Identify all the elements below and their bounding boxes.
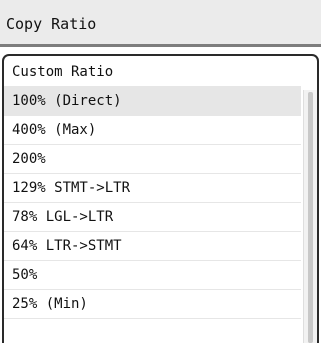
page-title: Copy Ratio (6, 15, 97, 33)
list-item-100-direct[interactable]: 100% (Direct) (4, 87, 301, 116)
list-item-label: 78% LGL->LTR (12, 209, 114, 225)
list-item-label: 50% (12, 267, 38, 283)
list-item-64-ltr-stmt[interactable]: 64% LTR->STMT (4, 232, 301, 261)
list-item-label: 64% LTR->STMT (12, 238, 122, 254)
header-bar: Copy Ratio (0, 0, 321, 44)
list-item-label: 25% (Min) (12, 296, 88, 312)
list-item-custom-ratio[interactable]: Custom Ratio (4, 58, 301, 87)
list-item-200[interactable]: 200% (4, 145, 301, 174)
ratio-list[interactable]: Custom Ratio 100% (Direct) 400% (Max) 20… (2, 54, 319, 343)
list-item-129-stmt-ltr[interactable]: 129% STMT->LTR (4, 174, 301, 203)
list-item-label: 100% (Direct) (12, 93, 122, 109)
list-item-label: Custom Ratio (12, 64, 114, 80)
list-item-25-min[interactable]: 25% (Min) (4, 290, 301, 319)
list-item-78-lgl-ltr[interactable]: 78% LGL->LTR (4, 203, 301, 232)
header-divider (0, 44, 321, 47)
list-item-label: 400% (Max) (12, 122, 97, 138)
list-scrollbar[interactable] (303, 90, 317, 343)
list-item-400-max[interactable]: 400% (Max) (4, 116, 301, 145)
list-item-label: 200% (12, 151, 46, 167)
list-item-50[interactable]: 50% (4, 261, 301, 290)
scrollbar-thumb[interactable] (308, 92, 313, 343)
list-item-label: 129% STMT->LTR (12, 180, 131, 196)
